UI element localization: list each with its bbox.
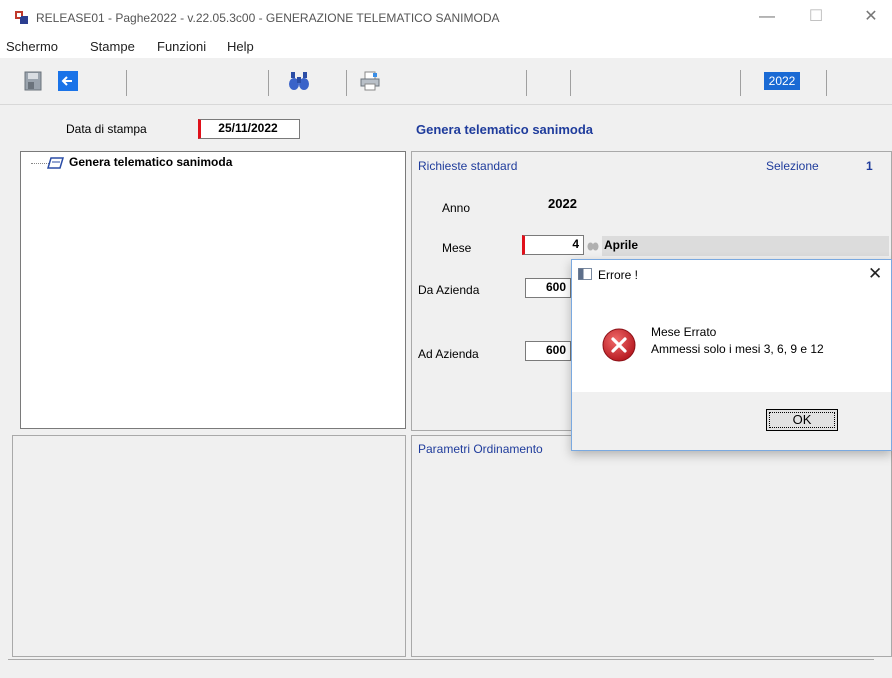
dialog-message-line1: Mese Errato <box>651 325 717 339</box>
selection-value: 1 <box>866 159 873 173</box>
toolbar-separator <box>740 70 741 96</box>
toolbar-separator <box>570 70 571 96</box>
month-name: Aprile <box>604 238 639 252</box>
dialog-close-button[interactable]: ✕ <box>868 264 882 284</box>
printer-icon[interactable] <box>360 71 380 91</box>
toolbar-separator <box>268 70 269 96</box>
print-date-label: Data di stampa <box>66 122 147 136</box>
close-button[interactable]: ✕ <box>856 6 886 28</box>
print-date-field[interactable]: 25/11/2022 <box>198 119 300 139</box>
year-value: 2022 <box>548 196 577 211</box>
toolbar <box>0 58 892 105</box>
month-field[interactable]: 4 <box>522 235 584 255</box>
toolbar-separator <box>826 70 827 96</box>
sort-params-label: Parametri Ordinamento <box>418 442 543 456</box>
selection-label: Selezione <box>766 159 819 173</box>
ok-button[interactable]: OK <box>766 409 838 431</box>
left-bottom-panel <box>12 435 406 657</box>
minimize-button[interactable]: — <box>752 6 782 28</box>
to-company-field[interactable]: 600 <box>525 341 571 361</box>
menu-bar: Schermo Stampe Funzioni Help <box>0 34 892 58</box>
dialog-window-icon <box>578 268 592 280</box>
sort-params-panel <box>411 435 892 657</box>
tree-panel: Genera telematico sanimoda <box>20 151 406 429</box>
toolbar-separator <box>346 70 347 96</box>
error-dialog: Errore ! ✕ Mese Errato Ammessi solo i me… <box>571 259 892 451</box>
menu-schermo[interactable]: Schermo <box>6 39 58 54</box>
dialog-body: Mese Errato Ammessi solo i mesi 3, 6, 9 … <box>572 290 891 392</box>
month-name-box: Aprile <box>602 236 889 256</box>
to-company-label: Ad Azienda <box>418 347 479 361</box>
month-label: Mese <box>442 241 472 255</box>
dialog-title-bar: Errore ! ✕ <box>572 260 891 290</box>
toolbar-separator <box>126 70 127 96</box>
menu-help[interactable]: Help <box>227 39 254 54</box>
page-title: Genera telematico sanimoda <box>416 122 594 137</box>
error-icon <box>602 328 636 362</box>
tree-item-genera[interactable]: Genera telematico sanimoda <box>69 155 232 169</box>
title-bar: RELEASE01 - Paghe2022 - v.22.05.3c00 - G… <box>0 0 892 34</box>
from-company-label: Da Azienda <box>418 283 480 297</box>
lookup-icon[interactable] <box>587 239 599 251</box>
dialog-message-line2: Ammessi solo i mesi 3, 6, 9 e 12 <box>651 342 824 356</box>
menu-stampe[interactable]: Stampe <box>90 39 135 54</box>
year-label: Anno <box>442 201 471 215</box>
status-bar <box>8 659 874 678</box>
menu-funzioni[interactable]: Funzioni <box>157 39 206 54</box>
binoculars-icon[interactable] <box>288 71 310 91</box>
app-icon <box>15 11 28 24</box>
toolbar-separator <box>526 70 527 96</box>
back-arrow-icon[interactable] <box>58 71 78 91</box>
save-icon[interactable] <box>24 71 42 91</box>
dialog-title: Errore ! <box>598 268 639 282</box>
maximize-button[interactable]: ☐ <box>801 6 831 28</box>
year-badge: 2022 <box>764 72 800 90</box>
window-title: RELEASE01 - Paghe2022 - v.22.05.3c00 - G… <box>36 11 500 25</box>
standard-requests-label: Richieste standard <box>418 159 518 173</box>
document-icon <box>47 157 65 169</box>
from-company-field[interactable]: 600 <box>525 278 571 298</box>
